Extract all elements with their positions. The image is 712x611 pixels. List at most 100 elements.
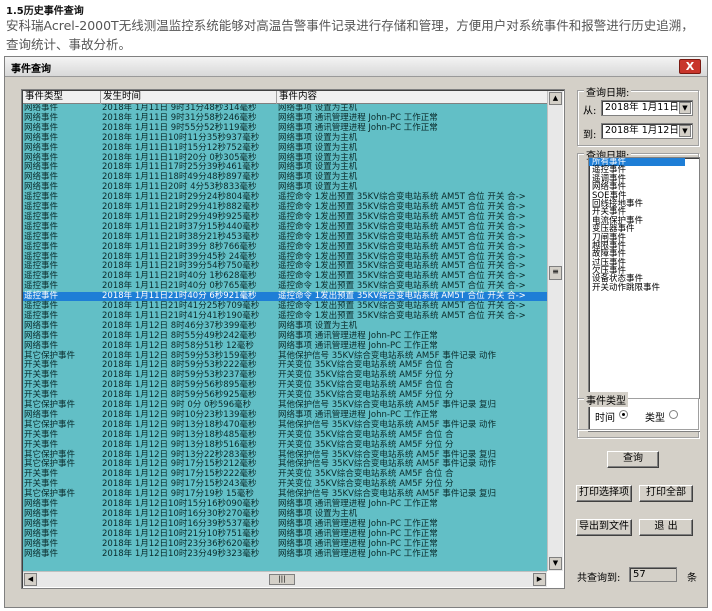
cell-type: 网络事件 [24,528,59,539]
table-row[interactable]: 遥控事件 2018年 1月11日21时29分41秒882毫秒 遥控命令 1发出预置 … [23,203,547,212]
to-date-picker[interactable]: 2018年 1月12日 ▼ [601,123,693,139]
cell-type: 网络事件 [24,320,59,331]
cell-time: 2018年 1月11日21时41分41秒190毫秒 [102,310,260,321]
table-row[interactable]: 网络事件 2018年 1月12日10时21分10秒751毫秒 网络事项 通讯管理进程… [23,528,547,539]
event-category-list[interactable]: 所有事件 遥控事件 遥调事件 网络事件 SOE事件 回线接地事件 开关事件 电流保护事件 变压器… [588,157,700,432]
table-row[interactable]: 遥控事件 2018年 1月11日21时39分 8秒766毫秒 遥控命令 1发出预置 … [23,242,547,252]
horizontal-scrollbar[interactable]: ◀ ||| ▶ [23,571,547,587]
export-button[interactable]: 导出到文件 [576,519,632,536]
vertical-scrollbar[interactable]: ▲ ≡ ▼ [547,91,563,571]
cell-time: 2018年 1月11日21时29分24秒804毫秒 [102,192,260,203]
table-row[interactable]: 网络事件 2018年 1月12日 9时10分23秒139毫秒 网络事项 通讯管理进程… [23,409,547,420]
scroll-down-arrow-icon[interactable]: ▼ [549,557,562,570]
table-row[interactable]: 遥控事件 2018年 1月11日21时38分21秒453毫秒 遥控命令 1发出预置 … [23,231,547,242]
cell-type: 遥控事件 [24,301,59,311]
table-row[interactable]: 网络事件 2018年 1月12日 8时58分51秒 12毫秒 网络事项 通讯管理进程… [23,341,547,351]
to-date-value: 2018年 1月12日 [605,125,679,136]
scroll-up-arrow-icon[interactable]: ▲ [549,92,562,105]
cell-content: 网络事项 通讯管理进程 John-PC 工作正常 [278,330,438,341]
query-date-title: 查询日期: [584,84,632,99]
table-row[interactable]: 开关事件 2018年 1月12日 8时59分53秒237毫秒 开关变位 35KV综合… [23,371,547,380]
event-grid[interactable]: 事件类型 发生时间 事件内容 网络事件 2018年 1月11日 9时31分48秒3… [21,89,565,589]
column-header-type[interactable]: 事件类型 [23,91,101,104]
cell-type: 遥控事件 [24,271,59,282]
cell-time: 2018年 1月11日21时40分 6秒921毫秒 [102,291,257,302]
cell-type: 开关事件 [24,390,59,401]
table-row[interactable]: 遥控事件 2018年 1月11日21时40分 0秒765毫秒 遥控命令 1发出预置 … [23,282,547,291]
cell-content: 其他保护信号 35KV综合变电站系统 AM5F 事件记录 动作 [278,419,496,430]
table-row[interactable]: 遥控事件 2018年 1月11日21时41分25秒709毫秒 遥控命令 1发出预置 … [23,302,547,311]
table-row[interactable]: 网络事件 2018年 1月12日10时23分36秒620毫秒 网络事项 通讯管理进程… [23,538,547,549]
table-row[interactable]: 开关事件 2018年 1月12日 9时13分18秒485毫秒 开关变位 35KV综合… [23,430,547,440]
table-row[interactable]: 网络事件 2018年 1月11日20时 4分53秒833毫秒 网络事项 设置为主机 [23,183,547,192]
table-row[interactable]: 其它保护事件 2018年 1月12日 9时 0分 0秒596毫秒 其他保护信号 35… [23,401,547,410]
table-row[interactable]: 遥控事件 2018年 1月11日21时37分15秒440毫秒 遥控命令 1发出预置 … [23,221,547,232]
cell-content: 网络事项 设置为主机 [278,508,358,519]
cell-time: 2018年 1月11日11时15分12秒752毫秒 [102,142,260,153]
cell-content: 遥控命令 1发出预置 35KV综合变电站系统 AM5T 合位 开关 合-> [278,211,526,222]
exit-button[interactable]: 退 出 [639,519,693,536]
cell-type: 遥控事件 [24,310,59,321]
table-row[interactable]: 遥控事件 2018年 1月11日21时29分24秒804毫秒 遥控命令 1发出预置 … [23,193,547,202]
close-button[interactable]: X [679,59,701,74]
column-header-content[interactable]: 事件内容 [277,91,564,104]
cell-time: 2018年 1月11日21时41分25秒709毫秒 [102,301,260,311]
query-button[interactable]: 查询 [607,451,659,468]
table-row[interactable]: 网络事件 2018年 1月11日10时11分35秒937毫秒 网络事项 设置为主机 [23,132,547,143]
event-query-window: 事件查询 X 事件类型 发生时间 事件内容 网络事件 2018年 1月11日 9时… [4,56,708,608]
from-date-picker[interactable]: 2018年 1月11日 ▼ [601,100,693,116]
from-dropdown-icon[interactable]: ▼ [679,102,691,114]
cell-type: 网络事件 [24,122,59,133]
to-dropdown-icon[interactable]: ▼ [679,125,691,137]
print-selected-button[interactable]: 打印选择项 [576,485,632,502]
cell-content: 网络事项 通讯管理进程 John-PC 工作正常 [278,122,438,133]
cell-content: 开关变位 35KV综合变电站系统 AM5F 分位 分 [278,439,454,450]
vertical-scroll-thumb[interactable]: ≡ [549,266,562,280]
print-all-button[interactable]: 打印全部 [639,485,693,502]
table-row[interactable]: 网络事件 2018年 1月12日10时15分16秒090毫秒 网络事项 通讯管理进程… [23,500,547,509]
table-row[interactable]: 开关事件 2018年 1月12日 8时59分56秒895毫秒 开关变位 35KV综合… [23,381,547,390]
table-row[interactable]: 遥控事件 2018年 1月11日21时40分 1秒628毫秒 遥控命令 1发出预置 … [23,272,547,281]
scroll-right-arrow-icon[interactable]: ▶ [533,573,546,586]
table-row[interactable]: 其它保护事件 2018年 1月12日 9时17分19秒 15毫秒 其他保护信号 35… [23,490,547,499]
cell-time: 2018年 1月12日 8时59分56秒925毫秒 [102,390,257,401]
table-row[interactable]: 网络事件 2018年 1月12日10时23分49秒323毫秒 网络事项 通讯管理进程… [23,548,547,559]
table-row[interactable]: 网络事件 2018年 1月12日 8时55分49秒242毫秒 网络事项 通讯管理进程… [23,330,547,341]
sort-type-radio[interactable] [669,410,678,419]
cell-content: 遥控命令 1发出预置 35KV综合变电站系统 AM5T 合位 开关 合-> [278,221,526,232]
scroll-left-arrow-icon[interactable]: ◀ [24,573,37,586]
horizontal-scroll-thumb[interactable]: ||| [269,574,295,585]
table-row[interactable]: 网络事件 2018年 1月12日 8时46分37秒399毫秒 网络事项 设置为主机 [23,320,547,331]
table-row[interactable]: 开关事件 2018年 1月12日 9时17分15秒222毫秒 开关变位 35KV综合… [23,470,547,479]
table-row[interactable]: 网络事件 2018年 1月11日 9时31分58秒246毫秒 网络事项 通讯管理进程… [23,113,547,123]
column-header-time[interactable]: 发生时间 [101,91,277,104]
table-row[interactable]: 网络事件 2018年 1月11日18时49分48秒897毫秒 网络事项 设置为主机 [23,173,547,182]
table-row[interactable]: 网络事件 2018年 1月12日10时16分30秒270毫秒 网络事项 设置为主机 [23,508,547,519]
cell-type: 网络事件 [24,508,59,519]
cell-time: 2018年 1月11日21时38分21秒453毫秒 [102,231,260,242]
table-row[interactable]: 网络事件 2018年 1月11日 9时31分48秒314毫秒 网络事项 设置为主机 [23,104,547,113]
sort-time-radio[interactable] [619,410,628,419]
table-row[interactable]: 开关事件 2018年 1月12日 9时13分18秒516毫秒 开关变位 35KV综合… [23,439,547,450]
cell-time: 2018年 1月12日 9时10分23秒139毫秒 [102,409,257,420]
table-row[interactable]: 网络事件 2018年 1月12日10时16分39秒537毫秒 网络事项 通讯管理进程… [23,519,547,529]
table-row[interactable]: 其它保护事件 2018年 1月12日 9时13分18秒470毫秒 其他保护信号 35… [23,419,547,430]
cell-content: 网络事项 设置为主机 [278,172,358,183]
table-row[interactable]: 遥控事件 2018年 1月11日21时40分 6秒921毫秒 遥控命令 1发出预置 … [23,291,547,302]
list-item[interactable]: 开关动作跳限事件 [589,283,699,292]
table-row[interactable]: 遥控事件 2018年 1月11日21时41分41秒190毫秒 遥控命令 1发出预置 … [23,310,547,321]
count-label: 共查询到: [577,573,621,584]
cell-content: 网络事项 通讯管理进程 John-PC 工作正常 [278,548,438,559]
cell-type: 网络事件 [24,132,59,143]
cell-type: 网络事件 [24,182,59,193]
to-label: 到: [583,130,597,141]
table-row[interactable]: 网络事件 2018年 1月11日11时15分12秒752毫秒 网络事项 设置为主机 [23,142,547,153]
table-row[interactable]: 开关事件 2018年 1月12日 9时17分15秒243毫秒 开关变位 35KV综合… [23,480,547,489]
window-title: 事件查询 [11,64,51,75]
cell-type: 网络事件 [24,538,59,549]
table-row[interactable]: 开关事件 2018年 1月12日 8时59分56秒925毫秒 开关变位 35KV综合… [23,391,547,400]
cell-type: 开关事件 [24,479,59,490]
table-row[interactable]: 遥控事件 2018年 1月11日21时29分49秒925毫秒 遥控命令 1发出预置 … [23,211,547,222]
cell-type: 遥控事件 [24,281,59,292]
table-row[interactable]: 网络事件 2018年 1月11日 9时55分52秒119毫秒 网络事项 通讯管理进程… [23,122,547,133]
